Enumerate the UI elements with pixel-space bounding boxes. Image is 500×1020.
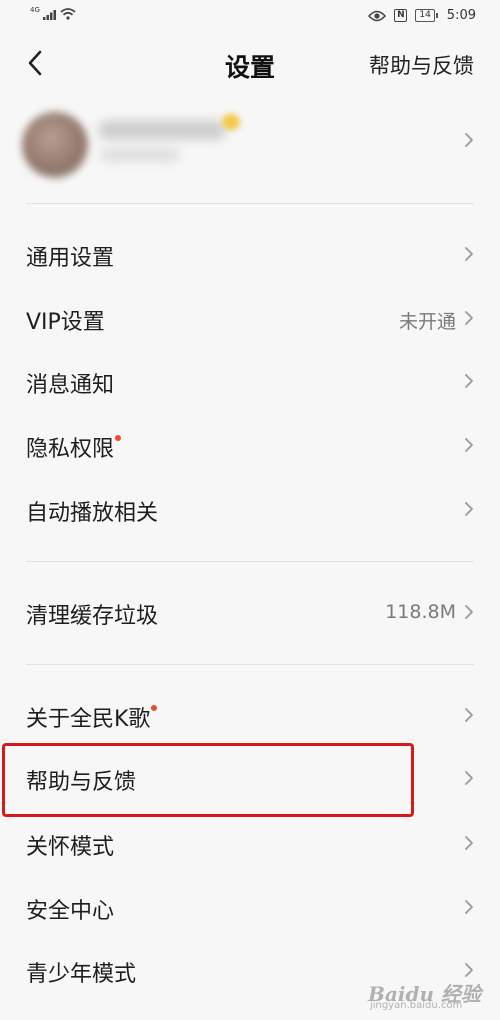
blurred-user-info bbox=[100, 148, 180, 162]
row-label: 消息通知 bbox=[26, 373, 115, 398]
settings-row-notifications[interactable]: 消息通知 bbox=[0, 351, 500, 413]
chevron-right-icon bbox=[464, 246, 474, 262]
status-time: 5:09 bbox=[446, 8, 476, 23]
settings-row-about[interactable]: 关于全民K歌 bbox=[0, 685, 500, 747]
signal-icon bbox=[42, 9, 56, 20]
chevron-right-icon bbox=[464, 770, 474, 786]
divider bbox=[26, 561, 474, 562]
settings-row-privacy[interactable]: 隐私权限 bbox=[0, 415, 500, 477]
watermark-sub: jingyan.baidu.com bbox=[370, 1000, 463, 1011]
cache-size-value: 118.8M bbox=[385, 601, 456, 623]
settings-row-security-center[interactable]: 安全中心 bbox=[0, 877, 500, 939]
chevron-right-icon bbox=[464, 437, 474, 453]
highlight-box bbox=[2, 743, 414, 817]
chevron-right-icon bbox=[464, 132, 474, 148]
wifi-icon bbox=[60, 8, 76, 20]
chevron-right-icon bbox=[464, 604, 474, 620]
row-label: 安全中心 bbox=[26, 899, 115, 924]
row-label: 青少年模式 bbox=[26, 962, 137, 987]
row-label: 自动播放相关 bbox=[26, 501, 159, 526]
row-label: 通用设置 bbox=[26, 246, 115, 271]
nav-bar: 设置 帮助与反馈 bbox=[0, 32, 500, 94]
profile-row[interactable] bbox=[0, 98, 500, 188]
status-bar: 4G N 14 5:09 bbox=[0, 0, 500, 32]
row-label: 隐私权限 bbox=[26, 431, 122, 463]
network-type: 4G bbox=[30, 5, 40, 14]
chevron-right-icon bbox=[464, 835, 474, 851]
settings-row-general[interactable]: 通用设置 bbox=[0, 224, 500, 286]
new-badge-dot bbox=[115, 435, 122, 441]
settings-row-clear-cache[interactable]: 清理缓存垃圾 118.8M bbox=[0, 582, 500, 644]
vip-badge bbox=[222, 114, 240, 130]
chevron-right-icon bbox=[464, 707, 474, 723]
chevron-right-icon bbox=[464, 310, 474, 326]
nfc-icon: N bbox=[394, 9, 408, 22]
watermark: Baidu 经验 jingyan.baidu.com bbox=[368, 974, 492, 1014]
settings-row-care-mode[interactable]: 关怀模式 bbox=[0, 813, 500, 875]
status-right: N 14 5:09 bbox=[368, 8, 476, 23]
blurred-username bbox=[98, 120, 226, 140]
settings-row-autoplay[interactable]: 自动播放相关 bbox=[0, 479, 500, 541]
chevron-right-icon bbox=[464, 501, 474, 517]
status-left: 4G bbox=[30, 5, 76, 20]
row-label: 关怀模式 bbox=[26, 835, 115, 860]
help-feedback-link[interactable]: 帮助与反馈 bbox=[369, 50, 474, 80]
avatar bbox=[22, 112, 88, 178]
divider bbox=[26, 203, 474, 204]
row-label: 关于全民K歌 bbox=[26, 701, 158, 733]
row-label: VIP设置 bbox=[26, 310, 105, 335]
eye-icon bbox=[368, 10, 387, 21]
divider bbox=[26, 664, 474, 665]
row-label: 清理缓存垃圾 bbox=[26, 604, 159, 629]
new-badge-dot bbox=[151, 705, 158, 711]
vip-status-value: 未开通 bbox=[398, 311, 456, 333]
chevron-right-icon bbox=[464, 373, 474, 389]
battery-indicator: 14 bbox=[415, 9, 439, 22]
chevron-right-icon bbox=[464, 899, 474, 915]
settings-row-vip[interactable]: VIP设置 未开通 bbox=[0, 288, 500, 350]
